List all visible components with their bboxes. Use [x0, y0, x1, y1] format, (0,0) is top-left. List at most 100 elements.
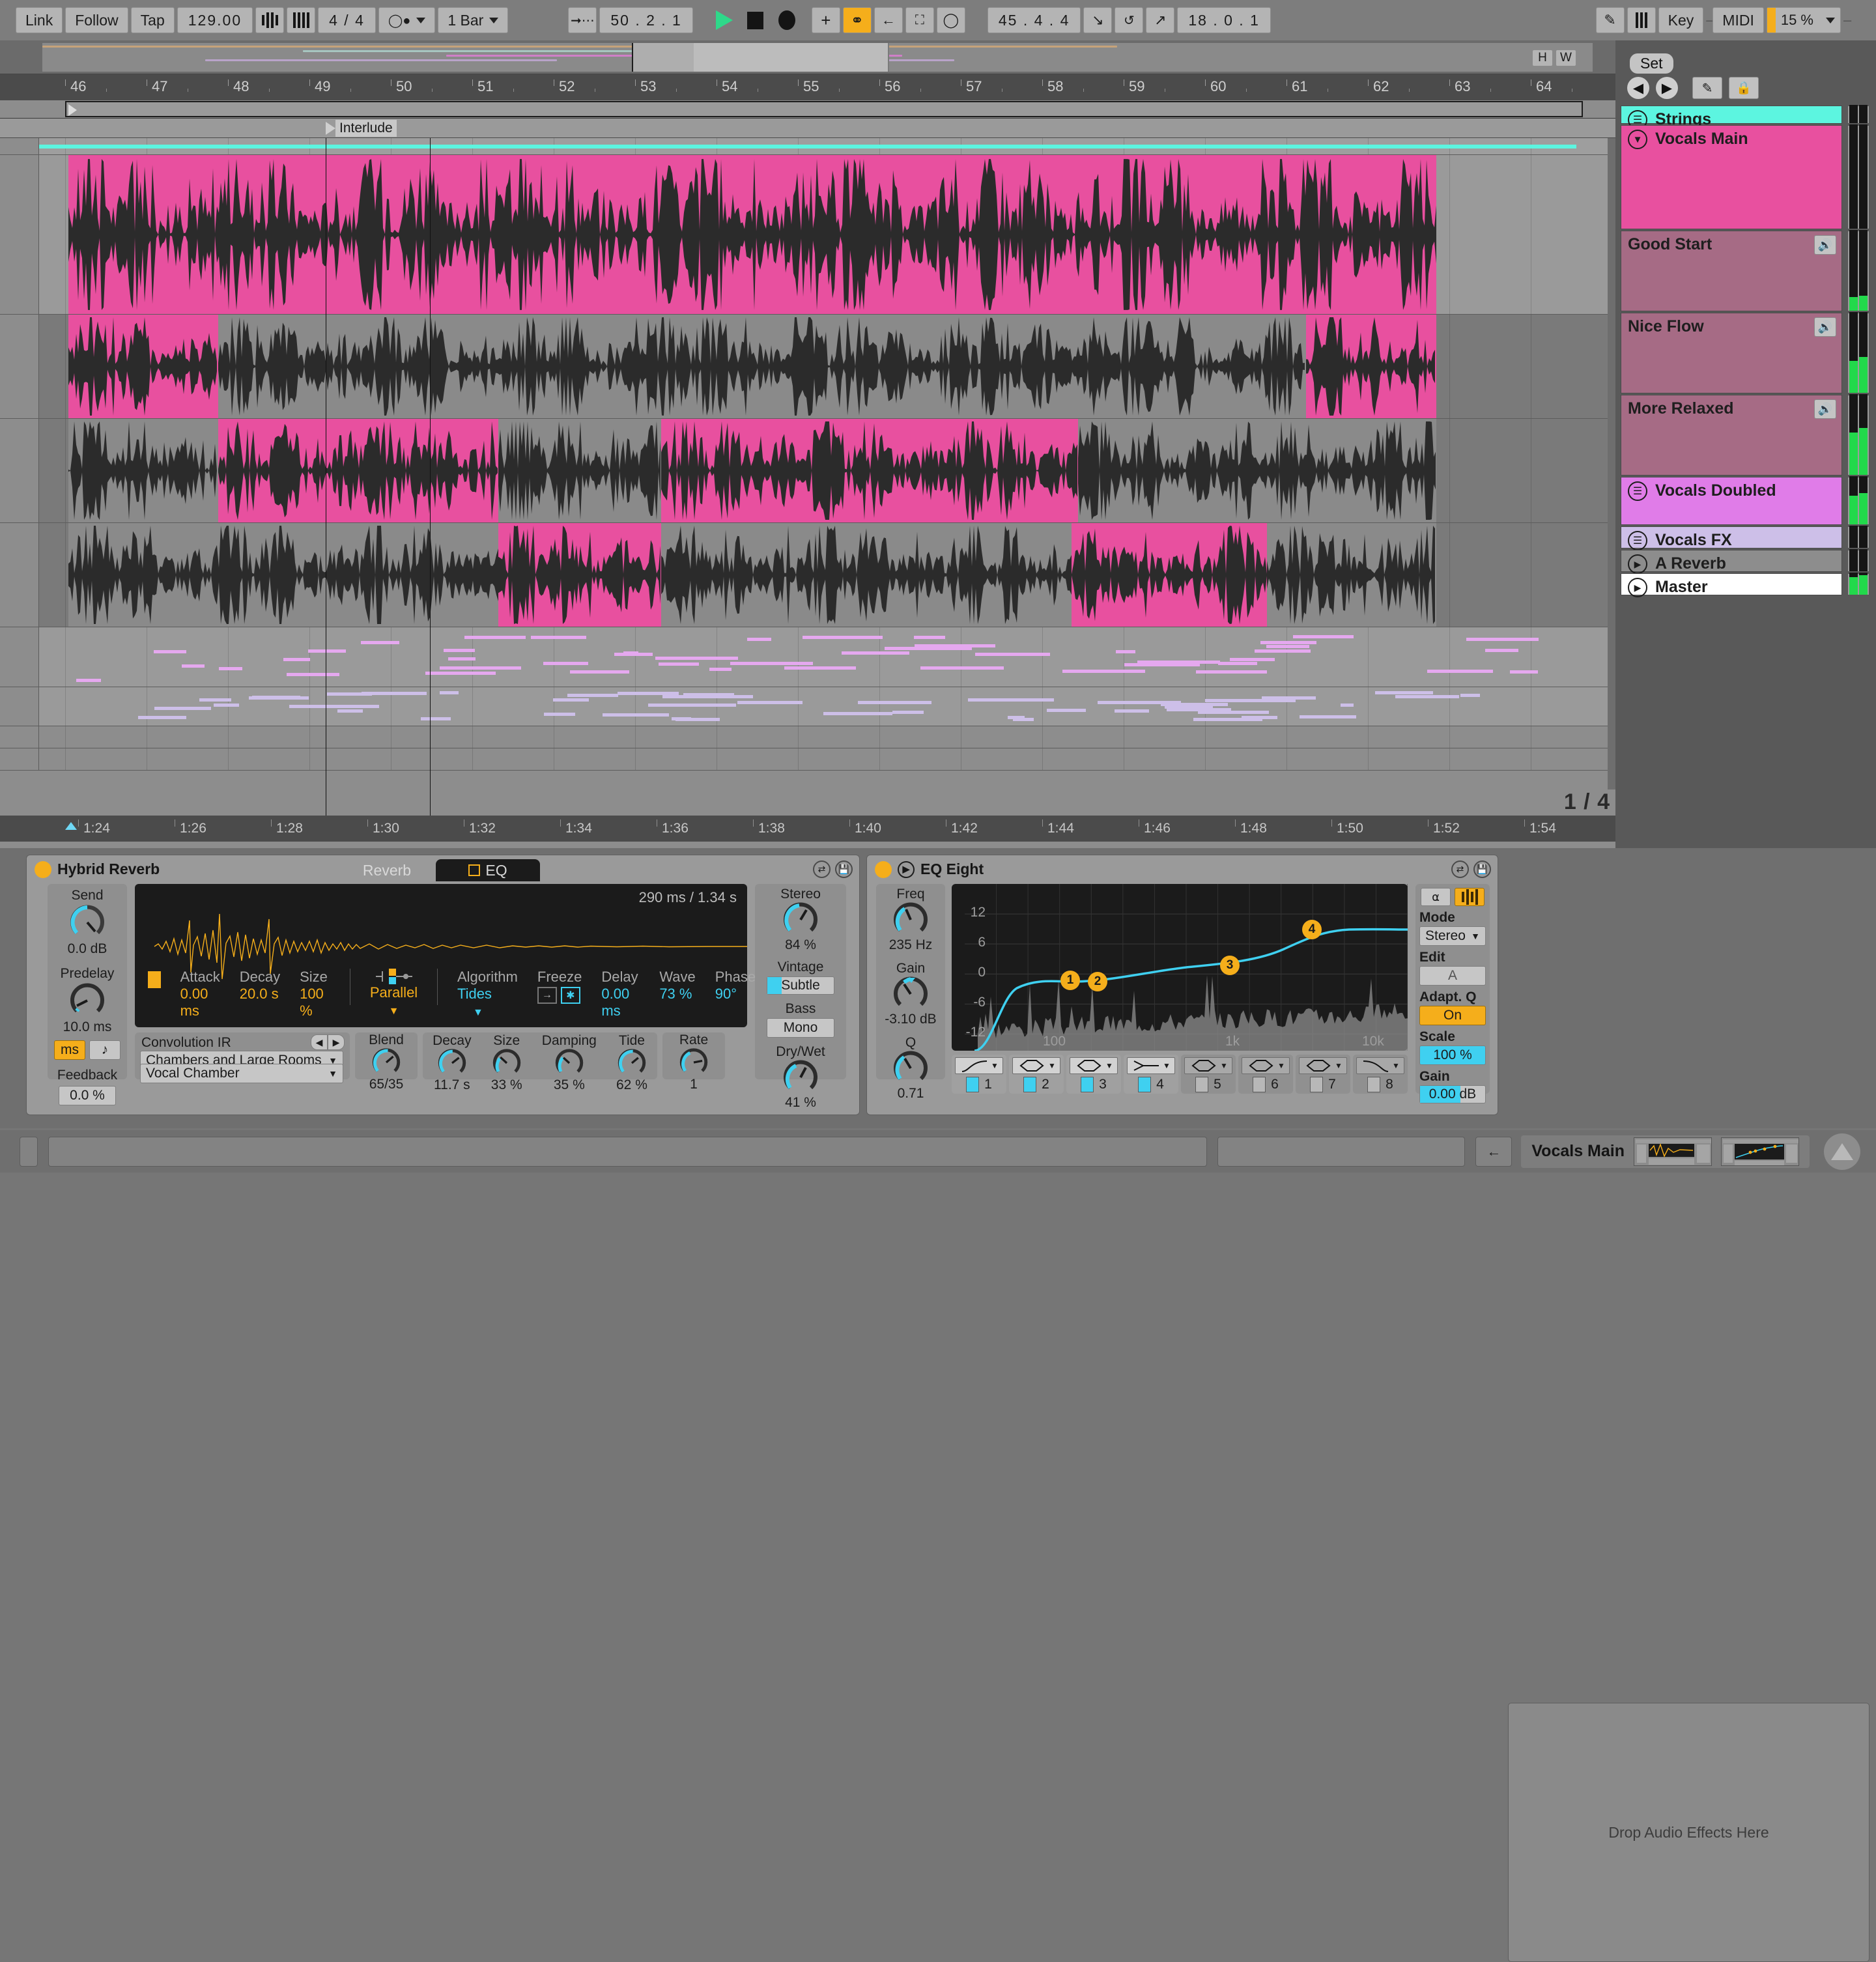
ir-next-icon[interactable]: ▶ [328, 1034, 345, 1050]
device-thumbnail-reverb[interactable] [1634, 1137, 1712, 1166]
eq-band-4[interactable]: ▼ 4 [1124, 1055, 1178, 1094]
pencil-icon[interactable]: ✎ [1595, 7, 1625, 33]
bell-icon[interactable]: ▼ [1299, 1057, 1347, 1074]
vocals-fx-lane[interactable] [0, 687, 1615, 726]
device-thumbnail-eq[interactable] [1721, 1137, 1799, 1166]
midi-note[interactable] [914, 636, 946, 640]
pencil-icon[interactable]: ✎ [1692, 77, 1722, 99]
eq-adaptq-value[interactable]: On [1419, 1006, 1486, 1025]
midi-note[interactable] [709, 667, 732, 671]
eq-band-strip[interactable]: ▼ 1 ▼ 2 ▼ 3 ▼ 4 ▼ 5 ▼ 6 ▼ 7 ▼ 8 [952, 1055, 1408, 1094]
eq-band-toggle-7[interactable] [1310, 1077, 1324, 1092]
midi-note[interactable] [1115, 709, 1149, 713]
midi-note[interactable] [444, 649, 476, 652]
expand-device-view-icon[interactable] [1824, 1133, 1860, 1170]
predelay-unit-note[interactable]: ♪ [89, 1040, 121, 1060]
audio-clip[interactable] [39, 145, 1576, 149]
highshelf-icon[interactable]: ▼ [1127, 1057, 1175, 1074]
midi-note[interactable] [803, 636, 883, 640]
metronome-icon[interactable] [287, 7, 316, 33]
midi-note[interactable] [1340, 703, 1354, 707]
audio-clip[interactable] [68, 419, 218, 522]
midi-note[interactable] [531, 636, 587, 640]
power-icon[interactable] [35, 860, 51, 878]
eq-band-1[interactable]: ▼ 1 [952, 1055, 1006, 1094]
audio-clip[interactable] [68, 155, 1436, 314]
loop-selection-icon[interactable]: ⛶ [905, 7, 934, 33]
midi-note[interactable] [181, 664, 205, 668]
midi-note[interactable] [602, 713, 651, 717]
midi-note[interactable] [1116, 649, 1136, 653]
randomize-icon[interactable]: ⇄ [813, 860, 831, 878]
eq-band-toggle-8[interactable] [1367, 1077, 1381, 1092]
bell-icon[interactable]: ▼ [1242, 1057, 1290, 1074]
midi-note[interactable] [1466, 638, 1539, 642]
eq-band-7[interactable]: ▼ 7 [1296, 1055, 1350, 1094]
master-lane[interactable] [0, 748, 1615, 771]
metronome-icon[interactable] [255, 7, 285, 33]
more-relaxed-lane[interactable] [0, 523, 1615, 627]
lane-header[interactable] [0, 419, 39, 522]
midi-note[interactable] [1098, 700, 1181, 704]
midi-note[interactable] [137, 716, 187, 720]
key-map-button[interactable]: Key [1658, 7, 1704, 33]
speaker-icon[interactable]: 🔊 [1814, 317, 1836, 337]
list-icon[interactable]: ☰ [1628, 531, 1647, 550]
midi-note[interactable] [1013, 718, 1034, 722]
alg-size-knob[interactable] [492, 1049, 521, 1077]
lane-header[interactable] [0, 155, 39, 314]
a-reverb-lane[interactable] [0, 726, 1615, 748]
lane-header[interactable] [0, 687, 39, 726]
ir-preset-select[interactable]: Vocal Chamber ▼ [140, 1064, 343, 1083]
stereo-knob[interactable] [783, 902, 818, 937]
midi-note[interactable] [1266, 644, 1310, 648]
track-header-nice-flow[interactable]: Nice Flow 🔊 [1621, 313, 1842, 393]
midi-note[interactable] [1460, 694, 1480, 698]
blend-knob[interactable] [372, 1048, 401, 1077]
bell-icon[interactable]: ▼ [1184, 1057, 1232, 1074]
midi-note[interactable] [464, 636, 526, 640]
track-header-vocals-fx[interactable]: ☰ Vocals FX [1621, 526, 1842, 550]
draw-mode-icon[interactable]: + [811, 7, 840, 33]
midi-note[interactable] [658, 662, 699, 666]
midi-note[interactable] [1124, 663, 1200, 667]
lock-icon[interactable]: 🔒 [1729, 77, 1759, 99]
track-header-a-reverb[interactable]: ▶ A Reverb [1621, 550, 1842, 574]
midi-note[interactable] [1427, 670, 1494, 674]
algorithm-value[interactable]: Tides ▼ [457, 986, 518, 1019]
stop-button[interactable] [741, 7, 770, 33]
delay-value[interactable]: 0.00 ms [601, 986, 640, 1019]
midi-note[interactable] [569, 670, 629, 674]
eq-band-toggle-6[interactable] [1253, 1077, 1266, 1092]
quantization-selector[interactable]: 1 Bar [438, 7, 509, 33]
track-header-vocals-doubled[interactable]: ☰ Vocals Doubled [1621, 477, 1842, 525]
highpass-icon[interactable]: ▼ [955, 1057, 1003, 1074]
device-header-buttons[interactable]: ⇄ 💾 [813, 860, 853, 878]
audio-clip[interactable] [1267, 523, 1436, 627]
save-preset-icon[interactable]: 💾 [835, 860, 853, 878]
selected-track-chain[interactable]: Vocals Main [1521, 1135, 1810, 1168]
tempo-field[interactable]: 129.00 [177, 7, 253, 33]
midi-note[interactable] [307, 649, 346, 653]
track-header-vocals-main[interactable]: ▼ Vocals Main [1621, 125, 1842, 229]
midi-note[interactable] [675, 717, 720, 721]
time-signature-field[interactable]: 4 / 4 [318, 7, 376, 33]
audio-clip[interactable] [68, 315, 218, 418]
play-circle-icon[interactable]: ▶ [1628, 554, 1647, 574]
track-header-master[interactable]: ▶ Master [1621, 573, 1842, 597]
audio-clip[interactable] [498, 419, 661, 522]
drop-audio-effects-area[interactable]: Drop Audio Effects Here [1508, 1703, 1869, 1962]
routing-value[interactable]: Parallel ▼ [370, 984, 418, 1018]
bell-icon[interactable]: ▼ [1012, 1057, 1060, 1074]
phase-value[interactable]: 90° [715, 986, 756, 1002]
locator-interlude[interactable]: Interlude [326, 120, 397, 137]
midi-note[interactable] [213, 703, 239, 707]
eq-q-knob[interactable] [893, 1051, 928, 1086]
lane-header[interactable] [0, 138, 39, 154]
midi-note[interactable] [252, 696, 301, 700]
midi-note[interactable] [567, 694, 618, 698]
midi-note[interactable] [842, 651, 910, 655]
eq-node-2[interactable]: 2 [1088, 971, 1107, 991]
attack-enable-icon[interactable] [148, 971, 161, 988]
arrangement-overview[interactable]: H W [0, 40, 1615, 74]
